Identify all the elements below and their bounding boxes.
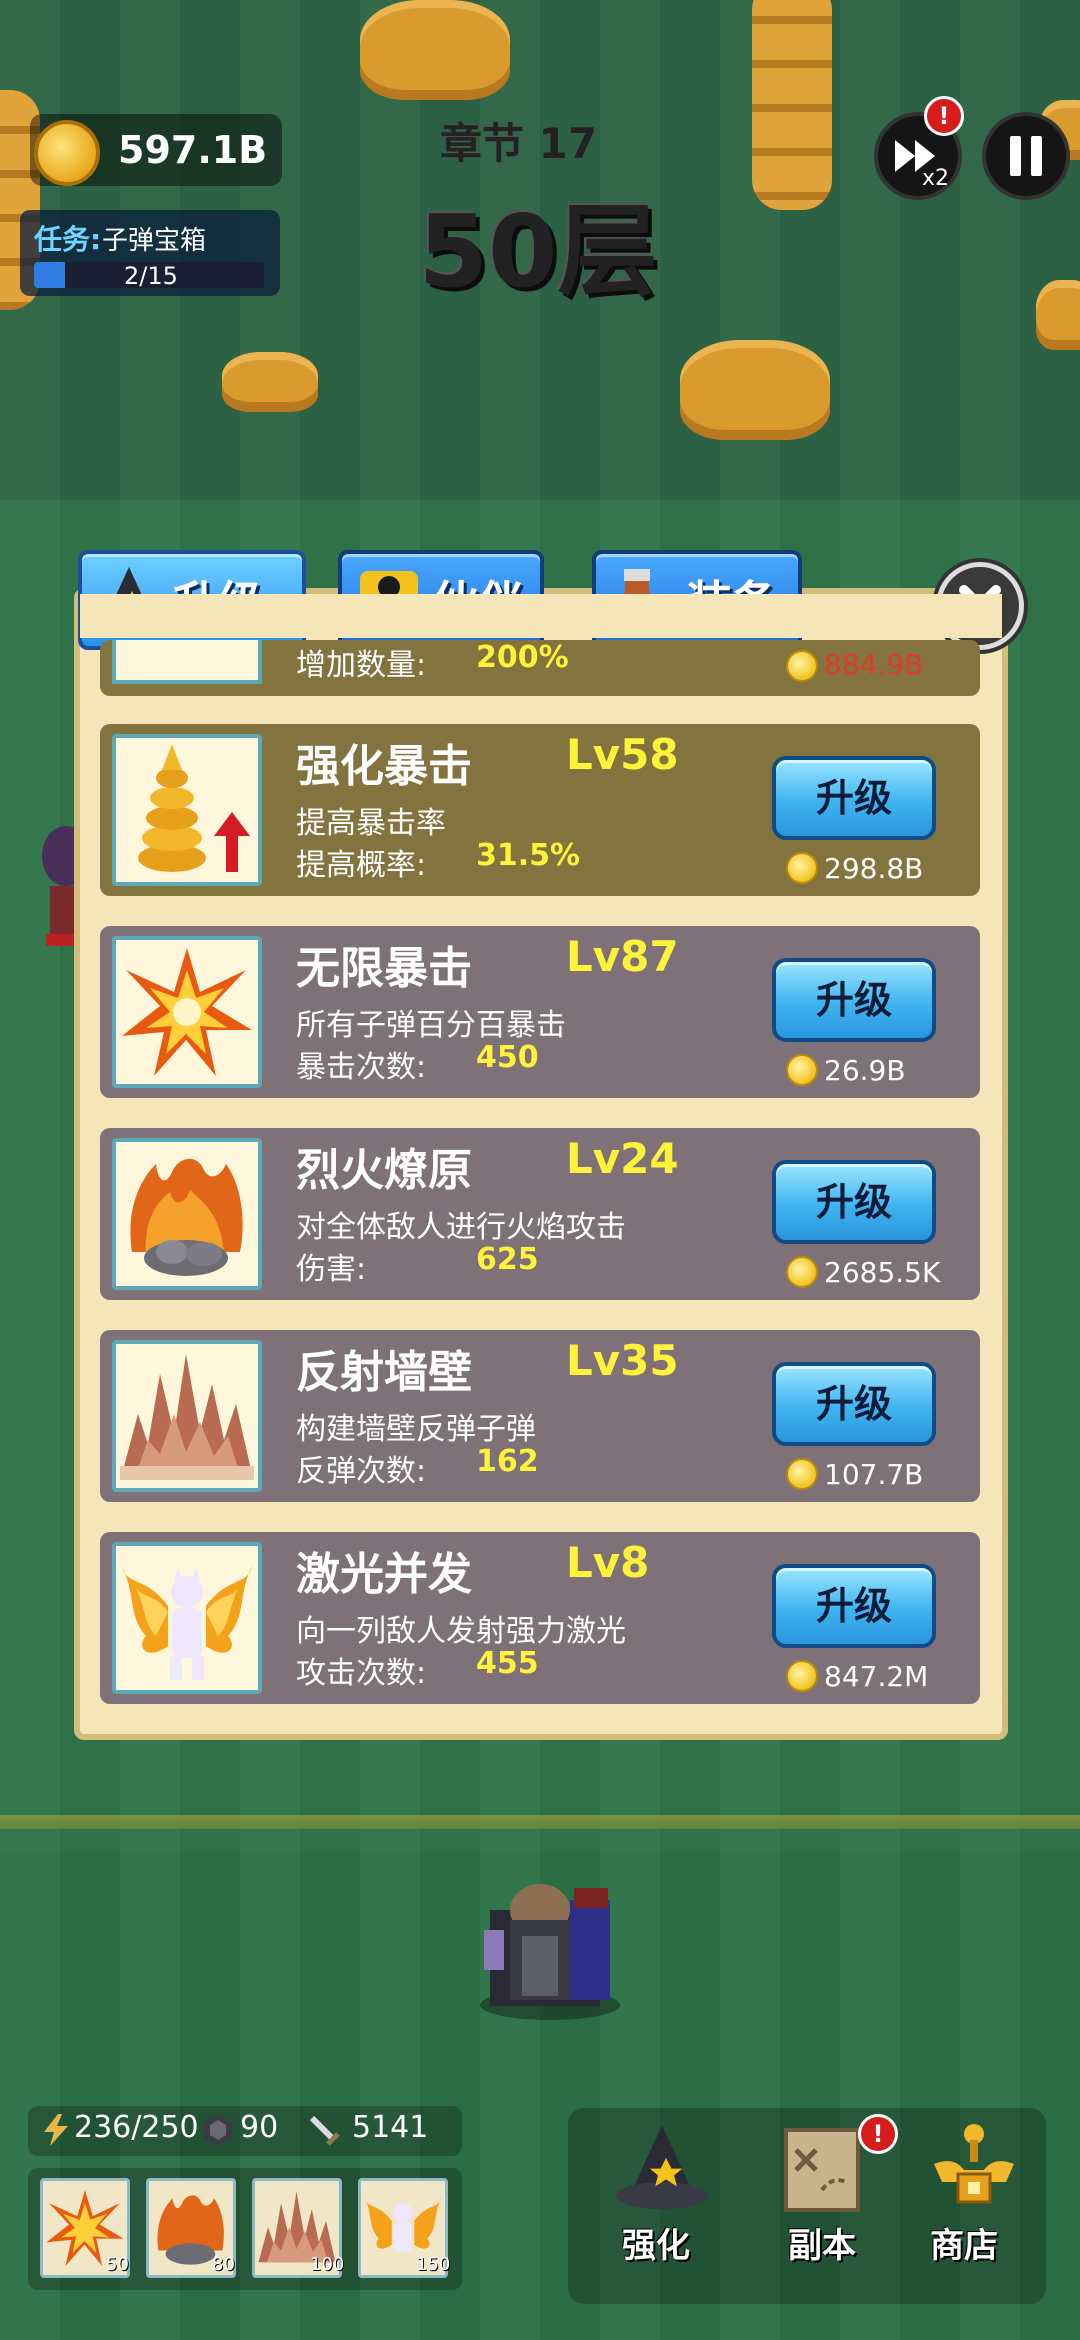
skill-stat-label: 提高概率: (296, 848, 427, 883)
upgrade-button[interactable]: 升级 (772, 756, 936, 840)
skill-level: Lv24 (566, 1134, 679, 1183)
panel-top-edge (80, 594, 1002, 638)
sword-icon (309, 2115, 340, 2146)
hero-sprite (470, 1880, 630, 2010)
nav-enhance-label: 强化 (622, 2226, 690, 2266)
skill-slot-cost: 50 (106, 2254, 129, 2275)
skill-card: 强化暴击 Lv58 提高暴击率 提高概率: 31.5% 升级 298.8B (100, 724, 980, 896)
burst-icon (112, 936, 262, 1088)
skill-cost: 107.7B (824, 1458, 924, 1491)
map-scroll-icon (784, 2128, 860, 2212)
skill-description: 提高暴击率 (296, 806, 446, 841)
pause-icon (1010, 136, 1042, 176)
skill-stat-value: 31.5% (476, 838, 581, 873)
skill-name: 烈火燎原 (296, 1145, 472, 1196)
skill-card-partial: 增加数量: 200% 884.9B (100, 640, 980, 696)
energy-count: 236/250 (74, 2110, 199, 2145)
speed-alert-badge: ! (924, 96, 964, 136)
dungeon-alert-badge: ! (858, 2114, 898, 2154)
upgrade-button[interactable]: 升级 (772, 1564, 936, 1648)
ore-icon (204, 2114, 232, 2146)
coin-icon (786, 1256, 818, 1288)
chapter-label: 章节 17 (440, 119, 598, 168)
pause-button[interactable] (982, 112, 1070, 200)
skill-cost: 26.9B (824, 1054, 906, 1087)
upgrade-button[interactable]: 升级 (772, 1160, 936, 1244)
skill-stat-label: 暴击次数: (296, 1050, 427, 1085)
skill-icon-partial (112, 640, 262, 684)
skill-card: 无限暴击 Lv87 所有子弹百分百暴击 暴击次数: 450 升级 26.9B (100, 926, 980, 1098)
skill-description: 构建墙壁反弹子弹 (296, 1412, 536, 1447)
nav-dungeon-label: 副本 (788, 2226, 856, 2266)
skill-stat-label: 伤害: (296, 1252, 367, 1287)
skill-level: Lv8 (566, 1538, 650, 1587)
skill-slot-cost: 80 (212, 2254, 235, 2275)
skill-name: 激光并发 (296, 1549, 472, 1600)
coin-icon (786, 1054, 818, 1086)
skill-stat-label: 攻击次数: (296, 1656, 427, 1691)
skill-name: 反射墙壁 (296, 1347, 472, 1398)
attack-power: 5141 (352, 2110, 429, 2145)
skill-level: Lv35 (566, 1336, 679, 1385)
ground-line (0, 1815, 1080, 1829)
skill-cost: 298.8B (824, 852, 924, 885)
crit-boost-icon (112, 734, 262, 886)
skill-stat-label: 增加数量: (296, 648, 427, 683)
nav-enhance[interactable] (592, 2120, 732, 2300)
rock-decoration (680, 340, 830, 440)
skill-cost: 884.9B (824, 648, 924, 681)
skill-slot-cost: 100 (310, 2254, 345, 2275)
skill-level: Lv58 (566, 730, 679, 779)
skill-stat-value: 200% (476, 640, 569, 675)
upgrade-button[interactable]: 升级 (772, 958, 936, 1042)
coin-icon (786, 650, 818, 682)
skill-card: 烈火燎原 Lv24 对全体敌人进行火焰攻击 伤害: 625 升级 2685.5K (100, 1128, 980, 1300)
speed-multiplier: x2 (922, 166, 950, 191)
skill-slot-cost: 150 (416, 2254, 451, 2275)
skill-name: 无限暴击 (296, 943, 472, 994)
skill-stat-value: 450 (476, 1040, 539, 1075)
spike-wall-icon (112, 1340, 262, 1492)
shop-icon (934, 2124, 1014, 2204)
winged-angel-icon (112, 1542, 262, 1694)
skill-description: 对全体敌人进行火焰攻击 (296, 1210, 626, 1245)
skill-stat-value: 455 (476, 1646, 539, 1681)
coin-amount: 597.1B (118, 128, 268, 172)
floor-text: 50层 (418, 193, 658, 310)
skill-stat-label: 反弹次数: (296, 1454, 427, 1489)
wizard-hat-icon (616, 2125, 708, 2210)
nav-shop-label: 商店 (930, 2226, 998, 2266)
nav-shop[interactable] (912, 2120, 1036, 2300)
skill-stat-value: 625 (476, 1242, 539, 1277)
skill-description: 向一列敌人发射强力激光 (296, 1614, 626, 1649)
skill-card: 反射墙壁 Lv35 构建墙壁反弹子弹 反弹次数: 162 升级 107.7B (100, 1330, 980, 1502)
ore-count: 90 (240, 2110, 279, 2145)
skill-card: 激光并发 Lv8 向一列敌人发射强力激光 攻击次数: 455 升级 847.2M (100, 1532, 980, 1704)
coin-icon (786, 852, 818, 884)
skill-level: Lv87 (566, 932, 679, 981)
rock-decoration (360, 0, 510, 100)
enemy-sprite (36, 816, 90, 956)
coin-icon (786, 1660, 818, 1692)
skill-cost: 2685.5K (824, 1256, 941, 1289)
skill-description: 所有子弹百分百暴击 (296, 1008, 566, 1043)
skill-cost: 847.2M (824, 1660, 929, 1693)
energy-icon (44, 2114, 68, 2146)
fire-rock-icon (112, 1138, 262, 1290)
upgrade-button[interactable]: 升级 (772, 1362, 936, 1446)
rock-decoration (222, 352, 318, 412)
skill-name: 强化暴击 (296, 741, 472, 792)
skill-stat-value: 162 (476, 1444, 539, 1479)
coin-icon (786, 1458, 818, 1490)
